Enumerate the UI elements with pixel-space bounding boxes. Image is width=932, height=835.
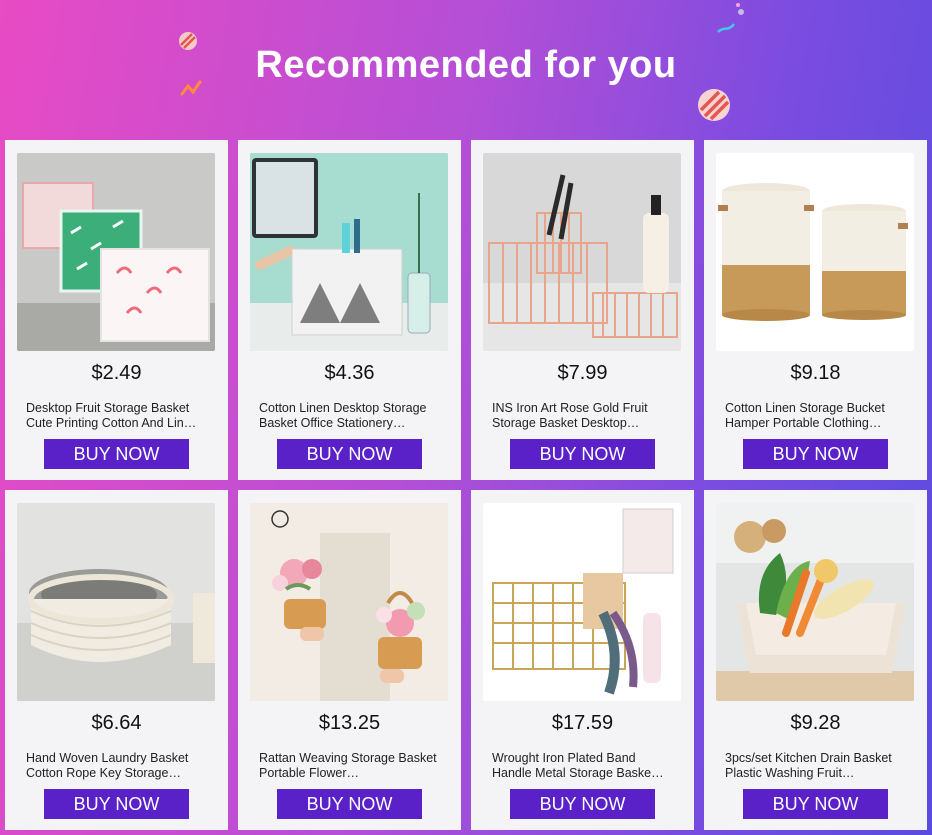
product-name[interactable]: Cotton Linen Desktop Storage Basket Offi…	[250, 401, 449, 431]
fabric-storage-boxes-image[interactable]	[17, 153, 215, 351]
buy-now-button[interactable]: BUY NOW	[277, 789, 422, 819]
product-price: $13.25	[318, 712, 381, 734]
product-price: $2.49	[91, 362, 142, 384]
product-card[interactable]: $2.49 Desktop Fruit Storage Basket Cute …	[5, 140, 228, 480]
product-price: $7.99	[557, 362, 608, 384]
product-name[interactable]: Hand Woven Laundry Basket Cotton Rope Ke…	[17, 751, 216, 781]
product-name[interactable]: Rattan Weaving Storage Basket Portable F…	[250, 751, 449, 781]
buy-now-button[interactable]: BUY NOW	[510, 439, 655, 469]
buy-now-button[interactable]: BUY NOW	[510, 789, 655, 819]
product-card[interactable]: $6.64 Hand Woven Laundry Basket Cotton R…	[5, 490, 228, 830]
buy-now-button[interactable]: BUY NOW	[44, 789, 189, 819]
product-price: $9.18	[790, 362, 841, 384]
buy-now-button[interactable]: BUY NOW	[277, 439, 422, 469]
ribbon-decoration-icon	[717, 3, 744, 33]
buy-now-button[interactable]: BUY NOW	[743, 789, 888, 819]
page-title: Recommended for you	[255, 44, 677, 86]
product-name[interactable]: Cotton Linen Storage Bucket Hamper Porta…	[716, 401, 915, 431]
buy-now-button[interactable]: BUY NOW	[44, 439, 189, 469]
product-card[interactable]: $7.99 INS Iron Art Rose Gold Fruit Stora…	[471, 140, 694, 480]
page-header: Recommended for you	[0, 0, 932, 140]
product-price: $6.64	[91, 712, 142, 734]
candy-ball-decoration-icon	[698, 89, 730, 121]
product-card[interactable]: $13.25 Rattan Weaving Storage Basket Por…	[238, 490, 461, 830]
product-name[interactable]: Desktop Fruit Storage Basket Cute Printi…	[17, 401, 216, 431]
gold-metal-basket-image[interactable]	[483, 503, 681, 701]
product-name[interactable]: INS Iron Art Rose Gold Fruit Storage Bas…	[483, 401, 682, 431]
kitchen-drain-basket-image[interactable]	[716, 503, 914, 701]
product-price: $17.59	[551, 712, 614, 734]
product-card[interactable]: $9.18 Cotton Linen Storage Bucket Hamper…	[704, 140, 927, 480]
product-price: $4.36	[324, 362, 375, 384]
buy-now-button[interactable]: BUY NOW	[743, 439, 888, 469]
product-card[interactable]: $9.28 3pcs/set Kitchen Drain Basket Plas…	[704, 490, 927, 830]
product-grid: $2.49 Desktop Fruit Storage Basket Cute …	[5, 140, 927, 830]
rattan-flower-basket-image[interactable]	[250, 503, 448, 701]
cotton-rope-basket-image[interactable]	[17, 503, 215, 701]
product-card[interactable]: $17.59 Wrought Iron Plated Band Handle M…	[471, 490, 694, 830]
rose-gold-wire-basket-image[interactable]	[483, 153, 681, 351]
product-name[interactable]: 3pcs/set Kitchen Drain Basket Plastic Wa…	[716, 751, 915, 781]
product-name[interactable]: Wrought Iron Plated Band Handle Metal St…	[483, 751, 682, 781]
product-card[interactable]: $4.36 Cotton Linen Desktop Storage Baske…	[238, 140, 461, 480]
product-price: $9.28	[790, 712, 841, 734]
linen-hamper-image[interactable]	[716, 153, 914, 351]
linen-desk-basket-image[interactable]	[250, 153, 448, 351]
